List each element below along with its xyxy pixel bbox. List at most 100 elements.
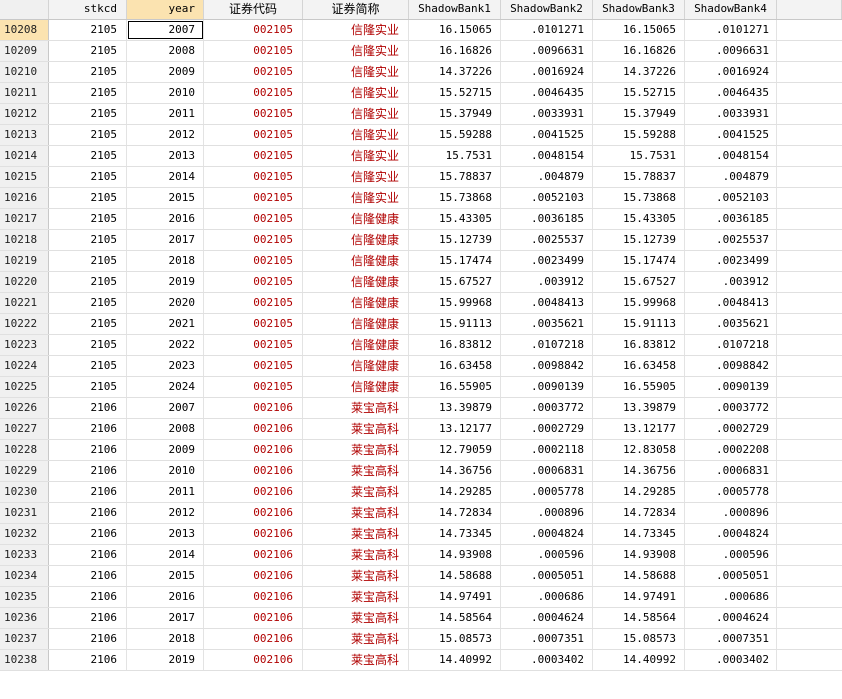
row-number[interactable]: 10217 xyxy=(0,209,49,229)
cell-shadowbank1[interactable]: 14.37226 xyxy=(409,62,501,82)
cell-name[interactable]: 莱宝高科 xyxy=(303,419,409,439)
cell-year[interactable]: 2014 xyxy=(127,545,204,565)
cell-shadowbank4[interactable]: .000596 xyxy=(685,545,777,565)
table-row[interactable]: 10227 2106 2008 002106 莱宝高科 13.12177.0002729 1… xyxy=(0,419,842,440)
table-row[interactable]: 10210 2105 2009 002105 信隆实业 14.37226.0016924 1… xyxy=(0,62,842,83)
cell-code[interactable]: 002105 xyxy=(204,356,303,376)
cell-code[interactable]: 002105 xyxy=(204,209,303,229)
cell-shadowbank3[interactable]: 13.39879 xyxy=(593,398,685,418)
cell-shadowbank4[interactable]: .0005051 xyxy=(685,566,777,586)
cell-shadowbank1[interactable]: 15.78837 xyxy=(409,167,501,187)
cell-stkcd[interactable]: 2105 xyxy=(49,146,127,166)
table-row[interactable]: 10229 2106 2010 002106 莱宝高科 14.36756.0006831 1… xyxy=(0,461,842,482)
cell-shadowbank3[interactable]: 16.16826 xyxy=(593,41,685,61)
cell-code[interactable]: 002106 xyxy=(204,587,303,607)
cell-code[interactable]: 002105 xyxy=(204,104,303,124)
cell-stkcd[interactable]: 2106 xyxy=(49,608,127,628)
row-number[interactable]: 10209 xyxy=(0,41,49,61)
column-header-shadowbank1[interactable]: ShadowBank1 xyxy=(409,0,501,19)
cell-shadowbank3[interactable]: 14.72834 xyxy=(593,503,685,523)
cell-name[interactable]: 信隆健康 xyxy=(303,230,409,250)
cell-year[interactable]: 2017 xyxy=(127,230,204,250)
cell-name[interactable]: 信隆健康 xyxy=(303,272,409,292)
row-number[interactable]: 10219 xyxy=(0,251,49,271)
cell-shadowbank3[interactable]: 14.93908 xyxy=(593,545,685,565)
cell-stkcd[interactable]: 2105 xyxy=(49,230,127,250)
cell-shadowbank2[interactable]: .0107218 xyxy=(501,335,593,355)
cell-shadowbank4[interactable]: .004879 xyxy=(685,167,777,187)
row-number[interactable]: 10222 xyxy=(0,314,49,334)
cell-shadowbank2[interactable]: .003912 xyxy=(501,272,593,292)
cell-shadowbank2[interactable]: .0035621 xyxy=(501,314,593,334)
cell-stkcd[interactable]: 2106 xyxy=(49,419,127,439)
row-number[interactable]: 10238 xyxy=(0,650,49,670)
cell-code[interactable]: 002105 xyxy=(204,293,303,313)
cell-shadowbank4[interactable]: .0107218 xyxy=(685,335,777,355)
cell-name[interactable]: 信隆健康 xyxy=(303,335,409,355)
table-row[interactable]: 10236 2106 2017 002106 莱宝高科 14.58564.0004624 1… xyxy=(0,608,842,629)
cell-name[interactable]: 莱宝高科 xyxy=(303,524,409,544)
cell-shadowbank1[interactable]: 15.7531 xyxy=(409,146,501,166)
cell-shadowbank1[interactable]: 15.73868 xyxy=(409,188,501,208)
table-row[interactable]: 10235 2106 2016 002106 莱宝高科 14.97491.000686 14… xyxy=(0,587,842,608)
cell-shadowbank2[interactable]: .0041525 xyxy=(501,125,593,145)
cell-shadowbank1[interactable]: 14.73345 xyxy=(409,524,501,544)
cell-stkcd[interactable]: 2106 xyxy=(49,503,127,523)
row-number[interactable]: 10215 xyxy=(0,167,49,187)
table-row[interactable]: 10217 2105 2016 002105 信隆健康 15.43305.0036185 1… xyxy=(0,209,842,230)
table-row[interactable]: 10209 2105 2008 002105 信隆实业 16.16826.0096631 1… xyxy=(0,41,842,62)
cell-stkcd[interactable]: 2105 xyxy=(49,41,127,61)
cell-name[interactable]: 莱宝高科 xyxy=(303,440,409,460)
cell-shadowbank1[interactable]: 16.63458 xyxy=(409,356,501,376)
cell-year[interactable]: 2013 xyxy=(127,524,204,544)
row-number[interactable]: 10226 xyxy=(0,398,49,418)
cell-year[interactable]: 2018 xyxy=(127,629,204,649)
cell-shadowbank2[interactable]: .0016924 xyxy=(501,62,593,82)
cell-shadowbank4[interactable]: .0048154 xyxy=(685,146,777,166)
cell-shadowbank4[interactable]: .0052103 xyxy=(685,188,777,208)
column-header-stkcd[interactable]: stkcd xyxy=(49,0,127,19)
cell-shadowbank2[interactable]: .0003772 xyxy=(501,398,593,418)
cell-shadowbank1[interactable]: 14.58564 xyxy=(409,608,501,628)
cell-year[interactable]: 2024 xyxy=(127,377,204,397)
cell-shadowbank1[interactable]: 15.52715 xyxy=(409,83,501,103)
table-row[interactable]: 10234 2106 2015 002106 莱宝高科 14.58688.0005051 1… xyxy=(0,566,842,587)
cell-shadowbank4[interactable]: .0007351 xyxy=(685,629,777,649)
table-row[interactable]: 10211 2105 2010 002105 信隆实业 15.52715.0046435 1… xyxy=(0,83,842,104)
table-row[interactable]: 10215 2105 2014 002105 信隆实业 15.78837.004879 15… xyxy=(0,167,842,188)
cell-shadowbank4[interactable]: .0003772 xyxy=(685,398,777,418)
cell-name[interactable]: 信隆健康 xyxy=(303,356,409,376)
cell-shadowbank3[interactable]: 16.83812 xyxy=(593,335,685,355)
cell-stkcd[interactable]: 2105 xyxy=(49,188,127,208)
cell-shadowbank3[interactable]: 15.91113 xyxy=(593,314,685,334)
cell-year[interactable]: 2010 xyxy=(127,83,204,103)
cell-stkcd[interactable]: 2105 xyxy=(49,104,127,124)
cell-shadowbank2[interactable]: .0023499 xyxy=(501,251,593,271)
cell-name[interactable]: 莱宝高科 xyxy=(303,398,409,418)
cell-code[interactable]: 002105 xyxy=(204,62,303,82)
table-row[interactable]: 10214 2105 2013 002105 信隆实业 15.7531.0048154 15… xyxy=(0,146,842,167)
cell-name[interactable]: 莱宝高科 xyxy=(303,608,409,628)
row-number[interactable]: 10227 xyxy=(0,419,49,439)
cell-shadowbank1[interactable]: 14.93908 xyxy=(409,545,501,565)
table-row[interactable]: 10208 2105 2007 002105 信隆实业 16.15065.0101271 1… xyxy=(0,20,842,41)
cell-shadowbank2[interactable]: .0002729 xyxy=(501,419,593,439)
cell-name[interactable]: 信隆实业 xyxy=(303,83,409,103)
cell-code[interactable]: 002106 xyxy=(204,650,303,670)
row-number[interactable]: 10220 xyxy=(0,272,49,292)
cell-stkcd[interactable]: 2105 xyxy=(49,251,127,271)
table-row[interactable]: 10218 2105 2017 002105 信隆健康 15.12739.0025537 1… xyxy=(0,230,842,251)
row-number[interactable]: 10230 xyxy=(0,482,49,502)
cell-stkcd[interactable]: 2105 xyxy=(49,356,127,376)
cell-year[interactable]: 2020 xyxy=(127,293,204,313)
cell-shadowbank1[interactable]: 15.37949 xyxy=(409,104,501,124)
cell-name[interactable]: 莱宝高科 xyxy=(303,566,409,586)
cell-name[interactable]: 信隆健康 xyxy=(303,377,409,397)
table-row[interactable]: 10222 2105 2021 002105 信隆健康 15.91113.0035621 1… xyxy=(0,314,842,335)
table-row[interactable]: 10238 2106 2019 002106 莱宝高科 14.40992.0003402 1… xyxy=(0,650,842,671)
cell-shadowbank4[interactable]: .0046435 xyxy=(685,83,777,103)
cell-shadowbank2[interactable]: .0025537 xyxy=(501,230,593,250)
row-number[interactable]: 10213 xyxy=(0,125,49,145)
cell-shadowbank4[interactable]: .0048413 xyxy=(685,293,777,313)
cell-shadowbank4[interactable]: .0035621 xyxy=(685,314,777,334)
